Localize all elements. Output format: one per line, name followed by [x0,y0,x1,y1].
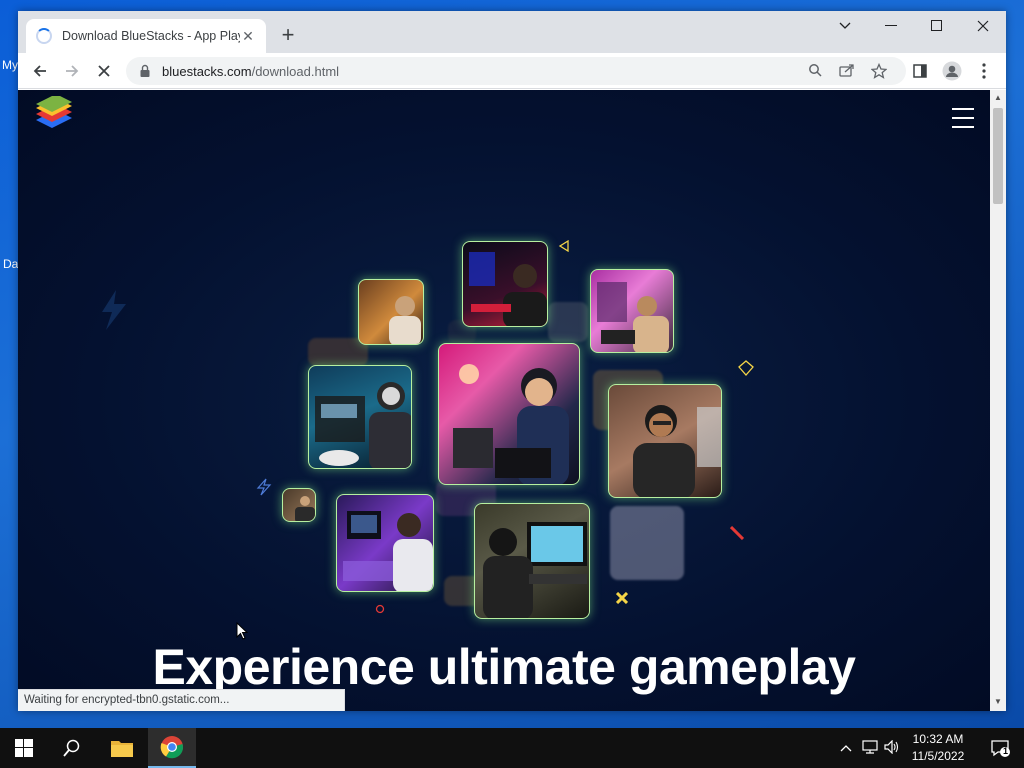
system-clock[interactable]: 10:32 AM 11/5/2022 [900,731,976,765]
url-host: bluestacks.com [162,63,252,79]
stop-loading-button[interactable] [90,57,118,85]
tab-title: Download BlueStacks - App Player [62,29,240,43]
background-photo [610,506,684,580]
new-tab-button[interactable]: + [276,23,300,47]
gamer-photo-tile [438,343,580,485]
notification-count: 1 [1003,746,1009,756]
tab-search-icon[interactable] [822,11,868,41]
url-path: /download.html [251,63,340,79]
scroll-up-icon[interactable]: ▲ [994,93,1002,102]
clock-date: 11/5/2022 [911,749,965,763]
bluestacks-logo-icon[interactable] [32,96,76,134]
dash-decoration-icon [730,526,744,540]
start-button[interactable] [0,728,48,768]
background-photo [548,302,588,342]
gem-decoration-icon [738,360,754,376]
volume-icon[interactable] [884,739,900,756]
lightning-decoration-icon [102,290,126,330]
cross-decoration-icon [616,592,628,604]
folder-icon [111,741,133,757]
bookmark-star-icon[interactable] [870,62,888,81]
mouse-cursor-icon [236,622,248,640]
side-panel-icon[interactable] [906,57,934,85]
windows-logo-icon [15,739,33,757]
browser-tab[interactable]: Download BlueStacks - App Player ✕ [26,19,266,53]
vertical-scrollbar[interactable]: ▲ ▼ [990,90,1006,711]
web-page-viewport: Experience ultimate gameplay [18,90,990,711]
maximize-button[interactable] [914,11,960,41]
tab-strip: Download BlueStacks - App Player ✕ + [18,11,1006,53]
browser-toolbar: bluestacks.com/download.html [18,53,1006,89]
bolt-decoration-icon [256,478,272,496]
minimize-button[interactable] [868,11,914,41]
status-bubble: Waiting for encrypted-tbn0.gstatic.com..… [18,689,345,711]
forward-button[interactable] [58,57,86,85]
share-icon[interactable] [838,63,856,81]
clock-time: 10:32 AM [912,732,964,746]
search-icon [63,739,80,757]
gamer-photo-tile [308,365,412,469]
address-bar[interactable]: bluestacks.com/download.html [126,57,906,85]
back-button[interactable] [26,57,54,85]
scroll-thumb[interactable] [993,108,1003,204]
ring-decoration-icon [375,604,385,614]
search-icon[interactable] [806,63,824,81]
lock-icon[interactable] [138,64,152,78]
scroll-down-icon[interactable]: ▼ [994,697,1002,706]
close-tab-icon[interactable]: ✕ [240,28,256,45]
chrome-taskbar-button[interactable] [148,728,196,768]
gamer-photo-tile [462,241,548,327]
gamer-photo-tile [590,269,674,353]
desktop-icon-label[interactable]: My [2,58,18,72]
desktop-icon-label[interactable]: Da [3,257,18,271]
search-button[interactable] [48,728,96,768]
gamer-photo-tile [282,488,316,522]
gamer-photo-tile [474,503,590,619]
hero-headline: Experience ultimate gameplay [152,639,856,695]
profile-avatar-icon[interactable] [938,57,966,85]
triangle-decoration-icon [558,240,569,252]
browser-window: Download BlueStacks - App Player ✕ + blu… [18,11,1006,711]
gamer-photo-tile [336,494,434,592]
menu-kebab-icon[interactable] [970,57,998,85]
loading-spinner-icon [36,28,52,44]
notification-center-button[interactable]: 1 [976,728,1024,768]
chevron-up-icon[interactable] [838,740,854,756]
chrome-icon [160,736,184,759]
hamburger-menu-icon[interactable] [952,108,974,128]
taskbar: 10:32 AM 11/5/2022 1 [0,728,1024,768]
gamer-photo-tile [358,279,424,345]
gamer-photo-tile [608,384,722,498]
close-window-button[interactable] [960,11,1006,41]
network-icon[interactable] [862,740,878,756]
file-explorer-button[interactable] [98,728,146,768]
